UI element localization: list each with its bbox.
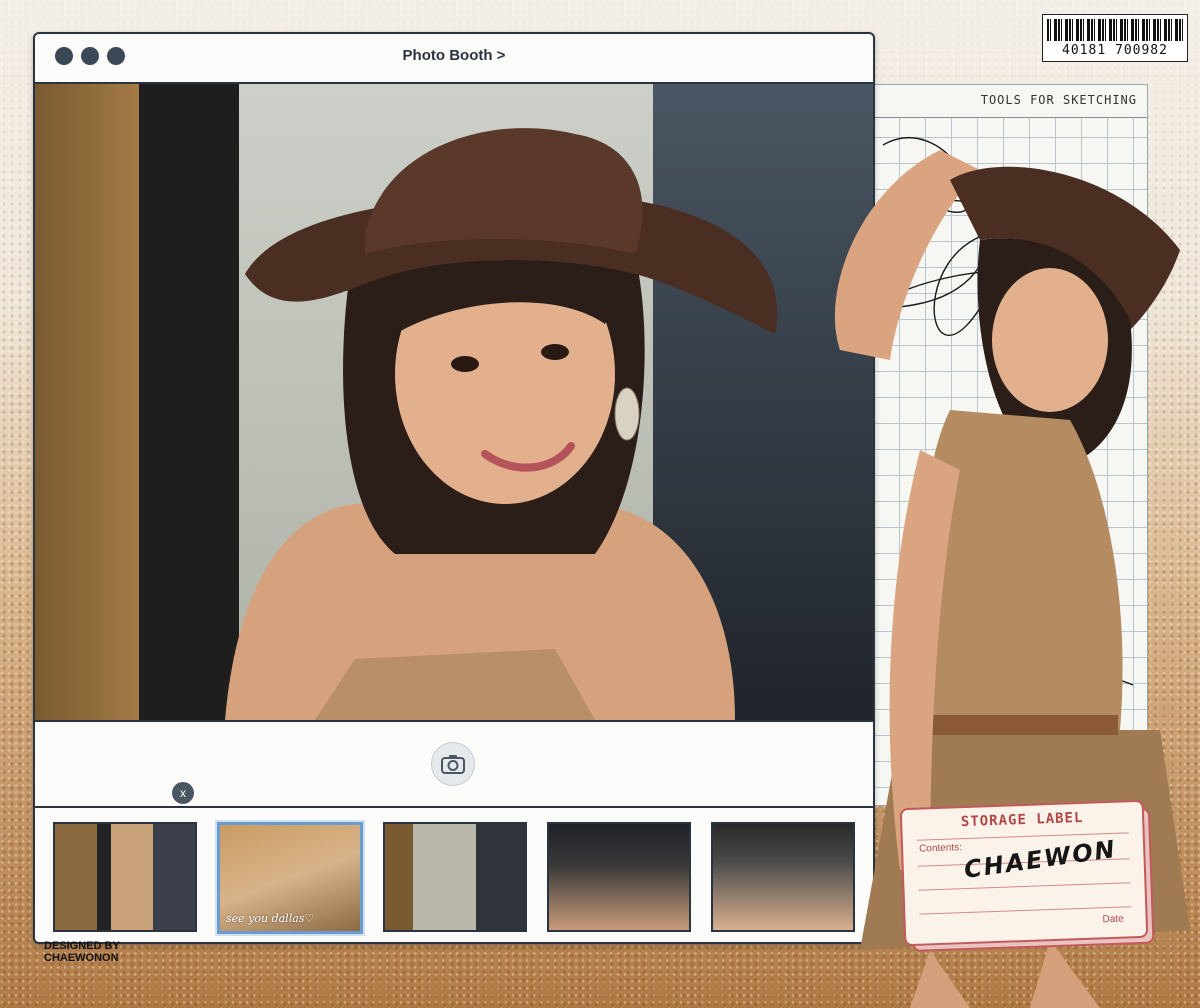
barcode: 40181 700982 xyxy=(1042,14,1188,62)
camera-icon xyxy=(441,755,465,774)
credit-line-2: CHAEWONON xyxy=(44,952,119,964)
thumbnail-4[interactable] xyxy=(547,822,691,932)
label-rule xyxy=(918,882,1131,891)
barcode-bars xyxy=(1047,19,1183,41)
thumbnail-strip: see you dallas♡ xyxy=(35,806,873,942)
storage-label-card: STORAGE LABEL Contents: CHAEWON Date xyxy=(899,799,1149,947)
take-photo-button[interactable] xyxy=(431,742,475,786)
window-titlebar: Photo Booth > xyxy=(35,34,873,84)
thumbnail-image xyxy=(55,824,195,930)
thumbnail-caption: see you dallas♡ xyxy=(226,912,315,925)
label-rule xyxy=(919,906,1132,915)
thumbnail-2-selected[interactable]: see you dallas♡ xyxy=(217,822,363,934)
thumbnail-3[interactable] xyxy=(383,822,527,932)
camera-preview xyxy=(35,84,873,720)
camera-controls xyxy=(35,720,873,808)
storage-label-title: STORAGE LABEL xyxy=(960,809,1084,831)
thumbnail-1[interactable] xyxy=(53,822,197,932)
thumbnail-image xyxy=(549,824,689,930)
storage-label-date: Date xyxy=(1102,913,1124,926)
preview-person-illustration xyxy=(225,128,778,720)
photo-booth-window: Photo Booth > see you dallas♡ xyxy=(33,32,875,944)
delete-thumbnail-button[interactable]: x xyxy=(170,780,196,806)
window-title[interactable]: Photo Booth > xyxy=(35,47,873,64)
storage-label-signature: CHAEWON xyxy=(962,834,1119,884)
credit-line-1: DESIGNED BY xyxy=(44,940,120,952)
barcode-number: 40181 700982 xyxy=(1062,43,1168,58)
thumbnail-image xyxy=(385,824,525,930)
storage-label-contents: Contents: xyxy=(918,842,963,855)
storage-label-sticker: STORAGE LABEL Contents: CHAEWON Date xyxy=(899,799,1155,952)
designer-credit: DESIGNED BY CHAEWONON xyxy=(44,940,120,964)
